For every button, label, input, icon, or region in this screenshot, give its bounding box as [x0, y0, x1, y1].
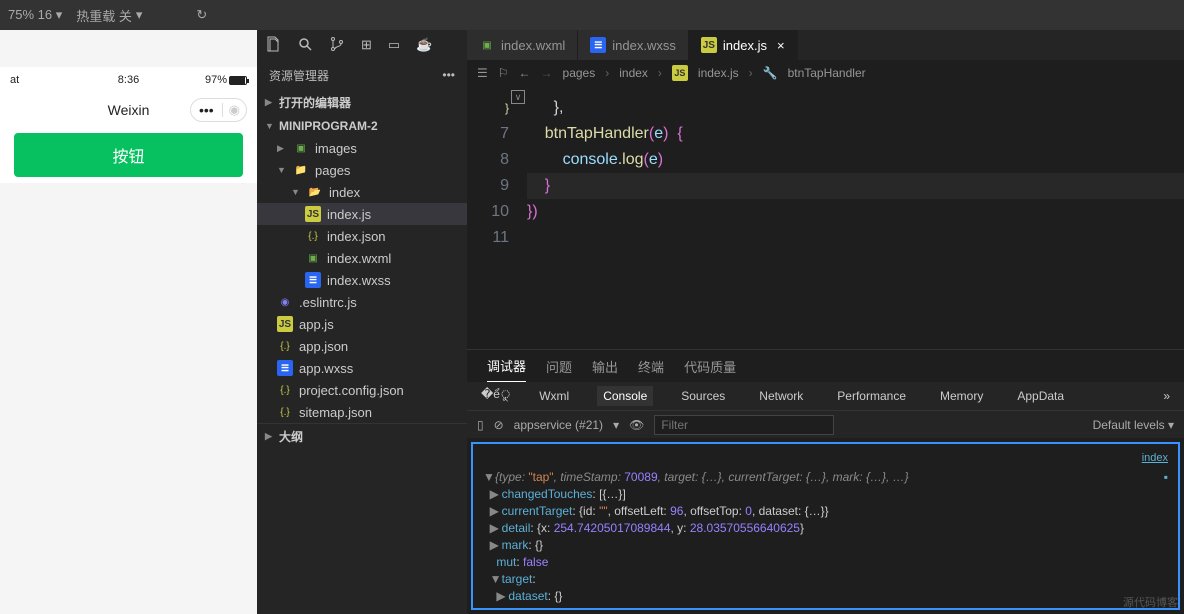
carrier-text: at: [10, 74, 19, 86]
file-sitemap[interactable]: {.}sitemap.json: [257, 401, 467, 423]
outline-section[interactable]: ▶大纲: [257, 423, 467, 449]
top-toolbar: 75% 16 ▾ 热重载 关 ▾ ↻: [0, 0, 1184, 30]
close-icon[interactable]: ×: [777, 38, 785, 53]
tab-output[interactable]: 输出: [592, 351, 618, 382]
explorer-title: 资源管理器: [269, 67, 329, 84]
watermark: 源代码博客: [1123, 594, 1178, 610]
forward-icon[interactable]: →: [541, 66, 553, 80]
devtab-memory[interactable]: Memory: [934, 386, 989, 406]
editor-tabs: ▣index.wxml ☰index.wxss JSindex.js×: [467, 30, 1184, 60]
sidebar-toggle-icon[interactable]: ▯: [477, 418, 484, 432]
zoom-level[interactable]: 75% 16 ▾: [8, 7, 62, 23]
more-icon[interactable]: •••: [442, 68, 455, 82]
more-icon[interactable]: »: [1163, 389, 1170, 403]
file-eslint[interactable]: ◉.eslintrc.js: [257, 291, 467, 313]
files-icon[interactable]: [265, 36, 281, 55]
filter-input[interactable]: [654, 415, 834, 435]
folder-images[interactable]: ▶▣images: [257, 137, 467, 159]
close-icon[interactable]: ◉: [223, 102, 246, 118]
panel-icon[interactable]: ▭: [388, 37, 400, 53]
activity-bar: ⊞ ▭ ☕: [257, 30, 467, 60]
folder-pages[interactable]: ▼📁pages: [257, 159, 467, 181]
crumb-icon[interactable]: ☰: [477, 66, 488, 80]
back-icon[interactable]: ←: [519, 66, 531, 80]
file-index-wxml[interactable]: ▣index.wxml: [257, 247, 467, 269]
file-index-js[interactable]: JSindex.js: [257, 203, 467, 225]
file-index-wxss[interactable]: ☰index.wxss: [257, 269, 467, 291]
eye-icon[interactable]: 👁: [629, 418, 644, 432]
file-index-json[interactable]: {.}index.json: [257, 225, 467, 247]
devtab-network[interactable]: Network: [753, 386, 809, 406]
battery-text: 97%: [205, 74, 247, 86]
ext-icon[interactable]: ⊞: [361, 37, 372, 53]
nav-bar: Weixin ••• ◉: [0, 93, 257, 127]
search-icon[interactable]: [297, 36, 313, 55]
tab-problems[interactable]: 问题: [546, 351, 572, 382]
file-app-json[interactable]: {.}app.json: [257, 335, 467, 357]
tab-wxss[interactable]: ☰index.wxss: [578, 30, 689, 60]
menu-icon[interactable]: •••: [191, 102, 222, 118]
levels-select[interactable]: Default levels ▾: [1093, 418, 1174, 432]
project-section[interactable]: ▼MINIPROGRAM-2: [257, 115, 467, 137]
open-editors-section[interactable]: ▶打开的编辑器: [257, 90, 467, 115]
breadcrumb[interactable]: ☰ ⚐ ← → pages› index› JSindex.js› 🔧btnTa…: [467, 60, 1184, 86]
inspect-icon[interactable]: �ểু: [481, 386, 511, 406]
devtab-console[interactable]: Console: [597, 386, 653, 406]
code-editor[interactable]: ∨ } 7 8 9 10 11 }, btnTapHandler(e) { co…: [467, 86, 1184, 349]
tab-quality[interactable]: 代码质量: [684, 351, 736, 382]
branch-icon[interactable]: [329, 36, 345, 55]
devtab-wxml[interactable]: Wxml: [533, 386, 575, 406]
explorer: 资源管理器 ••• ▶打开的编辑器 ▼MINIPROGRAM-2 ▶▣image…: [257, 60, 467, 449]
bookmark-icon[interactable]: ⚐: [498, 66, 509, 80]
context-select[interactable]: appservice (#21) ▾: [514, 418, 619, 432]
capsule-button[interactable]: ••• ◉: [190, 98, 247, 122]
refresh-icon[interactable]: ↻: [196, 7, 207, 23]
tab-js[interactable]: JSindex.js×: [689, 30, 798, 60]
clear-icon[interactable]: ⊘: [494, 418, 504, 432]
folder-index[interactable]: ▼📂index: [257, 181, 467, 203]
cup-icon[interactable]: ☕: [416, 37, 432, 53]
devtools-tabs: �ểু Wxml Console Sources Network Perform…: [467, 382, 1184, 410]
file-project-config[interactable]: {.}project.config.json: [257, 379, 467, 401]
simulator-panel: at 8:36 97% Weixin ••• ◉ 按钮: [0, 30, 257, 614]
file-app-js[interactable]: JSapp.js: [257, 313, 467, 335]
clock: 8:36: [118, 74, 139, 86]
panel-tabs: 调试器 问题 输出 终端 代码质量: [467, 350, 1184, 382]
tab-debugger[interactable]: 调试器: [487, 350, 526, 382]
devtab-performance[interactable]: Performance: [831, 386, 912, 406]
console-filter-bar: ▯ ⊘ appservice (#21) ▾ 👁 Default levels …: [467, 410, 1184, 438]
hot-reload-toggle[interactable]: 热重载 关 ▾: [76, 6, 142, 25]
devtab-sources[interactable]: Sources: [675, 386, 731, 406]
devtab-appdata[interactable]: AppData: [1011, 386, 1070, 406]
source-link[interactable]: index: [483, 450, 1168, 467]
tab-terminal[interactable]: 终端: [638, 351, 664, 382]
console-output[interactable]: index ▼{type: "tap", timeStamp: 70089, t…: [471, 442, 1180, 610]
nav-title: Weixin: [108, 102, 150, 118]
fold-icon[interactable]: ∨: [511, 90, 525, 104]
primary-button[interactable]: 按钮: [14, 133, 243, 177]
file-app-wxss[interactable]: ☰app.wxss: [257, 357, 467, 379]
tab-wxml[interactable]: ▣index.wxml: [467, 30, 578, 60]
